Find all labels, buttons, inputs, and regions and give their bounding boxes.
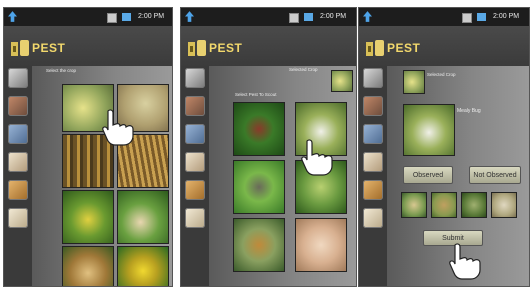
severity-image-3[interactable] bbox=[461, 192, 487, 218]
sd-card-icon bbox=[462, 13, 472, 23]
crop-tile-potato[interactable] bbox=[62, 246, 114, 286]
sidebar-item-crop[interactable] bbox=[8, 68, 28, 88]
selected-crop-thumbnail bbox=[331, 70, 353, 92]
pointer-hand-icon bbox=[449, 243, 481, 280]
sidebar-item-crop[interactable] bbox=[185, 68, 205, 88]
sidebar-item-notes[interactable] bbox=[363, 208, 383, 228]
app-logo-icon bbox=[11, 40, 29, 56]
severity-image-4[interactable] bbox=[491, 192, 517, 218]
sidebar-item-disease[interactable] bbox=[363, 124, 383, 144]
severity-image-1[interactable] bbox=[401, 192, 427, 218]
selected-pest-image bbox=[403, 104, 455, 156]
app-logo-icon bbox=[188, 40, 206, 56]
sidebar bbox=[363, 68, 383, 228]
app-bar: PEST bbox=[4, 26, 172, 66]
select-pest-caption: Select Pest To Scout bbox=[235, 92, 277, 97]
not-observed-button[interactable]: Not Observed bbox=[469, 166, 521, 184]
crop-tile-onion[interactable] bbox=[117, 190, 169, 244]
status-bar: 2:00 PM bbox=[4, 8, 172, 26]
signal-icon bbox=[122, 13, 131, 21]
sidebar-item-calendar[interactable] bbox=[185, 152, 205, 172]
app-name: PEST bbox=[387, 41, 421, 55]
sidebar-item-disease[interactable] bbox=[185, 124, 205, 144]
app-bar: PEST bbox=[359, 26, 529, 66]
sidebar-item-fertilizer[interactable] bbox=[185, 180, 205, 200]
sidebar-item-crop[interactable] bbox=[363, 68, 383, 88]
signal-icon bbox=[304, 13, 313, 21]
app-bar: PEST bbox=[181, 26, 356, 66]
upload-arrow-icon bbox=[185, 11, 194, 22]
status-bar: 2:00 PM bbox=[181, 8, 356, 26]
pest-tile-1[interactable] bbox=[233, 102, 285, 156]
sidebar-item-notes[interactable] bbox=[8, 208, 28, 228]
status-time: 2:00 PM bbox=[493, 13, 520, 20]
sidebar-item-notes[interactable] bbox=[185, 208, 205, 228]
severity-image-2[interactable] bbox=[431, 192, 457, 218]
signal-icon bbox=[477, 13, 486, 21]
sidebar-item-calendar[interactable] bbox=[363, 152, 383, 172]
pest-tile-6[interactable] bbox=[295, 218, 347, 272]
sidebar-item-pest[interactable] bbox=[363, 96, 383, 116]
pest-name-label: Mealy Bug bbox=[457, 108, 481, 114]
sidebar-item-pest[interactable] bbox=[185, 96, 205, 116]
sd-card-icon bbox=[289, 13, 299, 23]
pest-tile-5[interactable] bbox=[233, 218, 285, 272]
content-area: Selected Crop Select Pest To Scout bbox=[209, 66, 356, 286]
app-logo-icon bbox=[366, 40, 384, 56]
sidebar-item-pest[interactable] bbox=[8, 96, 28, 116]
sidebar-item-disease[interactable] bbox=[8, 124, 28, 144]
screen-observation: 2:00 PM PEST Selected Crop Mealy Bug Obs… bbox=[359, 8, 529, 286]
selected-crop-caption: Selected Crop bbox=[427, 72, 456, 77]
sidebar bbox=[185, 68, 205, 228]
sidebar-item-fertilizer[interactable] bbox=[363, 180, 383, 200]
pointer-hand-icon bbox=[102, 109, 134, 146]
selected-crop-thumbnail bbox=[403, 70, 425, 94]
crop-tile-capsicum[interactable] bbox=[117, 246, 169, 286]
content-area: Select the crop bbox=[32, 66, 172, 286]
observed-button[interactable]: Observed bbox=[403, 166, 453, 184]
pointer-hand-icon bbox=[301, 139, 333, 176]
sidebar bbox=[8, 68, 28, 228]
screen-select-crop: 2:00 PM PEST Select the crop bbox=[4, 8, 172, 286]
screen-select-pest: 2:00 PM PEST Selected Crop Select Pest T… bbox=[181, 8, 356, 286]
sidebar-item-calendar[interactable] bbox=[8, 152, 28, 172]
upload-arrow-icon bbox=[363, 11, 372, 22]
selected-crop-caption: Selected Crop bbox=[289, 67, 318, 72]
content-area: Selected Crop Mealy Bug Observed Not Obs… bbox=[387, 66, 529, 286]
status-bar: 2:00 PM bbox=[359, 8, 529, 26]
app-name: PEST bbox=[32, 41, 66, 55]
sd-card-icon bbox=[107, 13, 117, 23]
status-time: 2:00 PM bbox=[138, 13, 165, 20]
pest-tile-3[interactable] bbox=[233, 160, 285, 214]
sidebar-item-fertilizer[interactable] bbox=[8, 180, 28, 200]
crop-tile-maize[interactable] bbox=[62, 190, 114, 244]
upload-arrow-icon bbox=[8, 11, 17, 22]
status-time: 2:00 PM bbox=[320, 13, 347, 20]
select-crop-caption: Select the crop bbox=[46, 68, 77, 73]
app-name: PEST bbox=[209, 41, 243, 55]
